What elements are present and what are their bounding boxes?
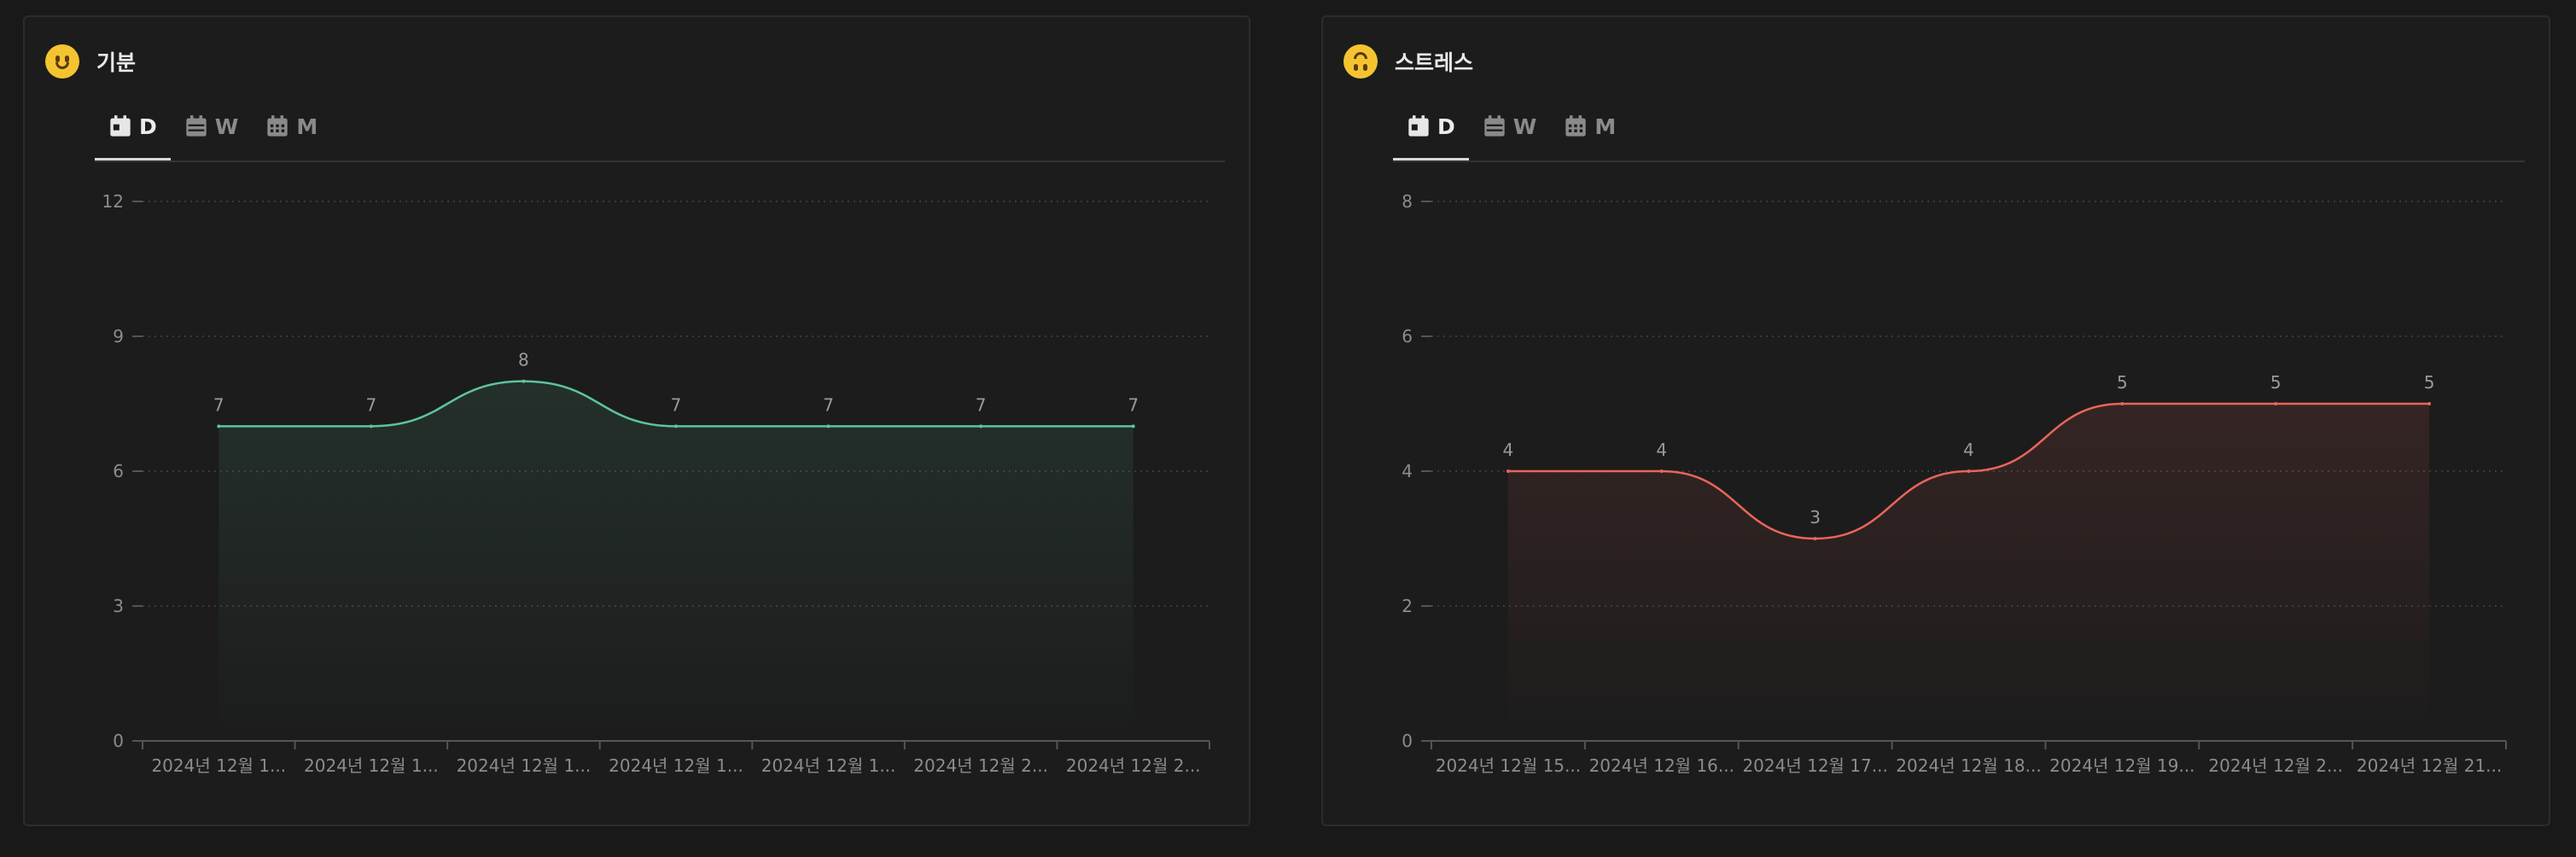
x-tick-label: 2024년 12월 2... bbox=[913, 755, 1048, 776]
x-tick-label: 2024년 12월 2... bbox=[1066, 755, 1201, 776]
x-tick-label: 2024년 12월 21... bbox=[2357, 755, 2502, 776]
data-point[interactable] bbox=[1659, 469, 1664, 473]
x-tick-label: 2024년 12월 1... bbox=[609, 755, 743, 776]
y-tick-label: 2 bbox=[1402, 596, 1413, 616]
data-label: 5 bbox=[2270, 372, 2282, 393]
y-tick-label: 6 bbox=[113, 461, 124, 481]
mood-line-chart: 0 3 6 9 12 2024년 12월 1... 2024년 12월 1... 2024년 … bbox=[102, 191, 1210, 776]
stress-panel: 스트레스 D W M 0 2 4 6 8 2024년 12월 15... 2024년 12월… bbox=[1321, 15, 2550, 826]
x-tick-label: 2024년 12월 1... bbox=[761, 755, 896, 776]
data-point[interactable] bbox=[369, 424, 373, 428]
data-label: 4 bbox=[1503, 440, 1514, 460]
x-tick-label: 2024년 12월 17... bbox=[1742, 755, 1887, 776]
data-point[interactable] bbox=[1967, 469, 1971, 473]
data-label: 5 bbox=[2117, 372, 2128, 393]
data-point[interactable] bbox=[2274, 402, 2278, 405]
data-point[interactable] bbox=[2120, 402, 2124, 405]
data-label: 7 bbox=[823, 394, 834, 415]
data-point[interactable] bbox=[826, 424, 830, 428]
x-tick-label: 2024년 12월 15... bbox=[1436, 755, 1581, 776]
data-label: 3 bbox=[1810, 507, 1821, 528]
x-tick-label: 2024년 12월 18... bbox=[1896, 755, 2041, 776]
series-area bbox=[219, 381, 1134, 741]
y-tick-label: 12 bbox=[102, 191, 124, 212]
data-point[interactable] bbox=[1131, 424, 1135, 428]
data-point[interactable] bbox=[674, 424, 678, 428]
data-point[interactable] bbox=[522, 379, 526, 383]
data-label: 4 bbox=[1963, 440, 1974, 460]
data-point[interactable] bbox=[1506, 469, 1510, 473]
y-tick-label: 4 bbox=[1402, 461, 1413, 481]
x-tick-label: 2024년 12월 1... bbox=[457, 755, 592, 776]
x-tick-label: 2024년 12월 1... bbox=[151, 755, 286, 776]
mood-panel: 기분 D W M 0 3 6 9 12 2024년 12월 1... 2024년 12월 1… bbox=[23, 15, 1250, 826]
y-tick-label: 0 bbox=[113, 731, 124, 751]
data-point[interactable] bbox=[979, 424, 983, 428]
data-label: 7 bbox=[365, 394, 376, 415]
data-label: 7 bbox=[671, 394, 682, 415]
x-tick-label: 2024년 12월 16... bbox=[1589, 755, 1734, 776]
stress-line-chart: 0 2 4 6 8 2024년 12월 15... 2024년 12월 16... 2024년… bbox=[1402, 191, 2507, 776]
data-label: 5 bbox=[2424, 372, 2435, 393]
x-tick-label: 2024년 12월 19... bbox=[2049, 755, 2194, 776]
data-label: 4 bbox=[1656, 440, 1667, 460]
y-tick-label: 8 bbox=[1402, 191, 1413, 212]
data-label: 7 bbox=[1128, 394, 1139, 415]
x-tick-label: 2024년 12월 2... bbox=[2208, 755, 2343, 776]
y-tick-label: 6 bbox=[1402, 326, 1413, 347]
data-label: 7 bbox=[976, 394, 987, 415]
y-tick-label: 0 bbox=[1402, 731, 1413, 751]
y-tick-label: 9 bbox=[113, 326, 124, 347]
data-point[interactable] bbox=[1813, 537, 1817, 540]
y-tick-label: 3 bbox=[113, 596, 124, 616]
data-label: 8 bbox=[518, 350, 529, 370]
data-label: 7 bbox=[213, 394, 224, 415]
data-point[interactable] bbox=[2427, 402, 2432, 405]
data-point[interactable] bbox=[217, 424, 221, 428]
x-tick-label: 2024년 12월 1... bbox=[304, 755, 439, 776]
